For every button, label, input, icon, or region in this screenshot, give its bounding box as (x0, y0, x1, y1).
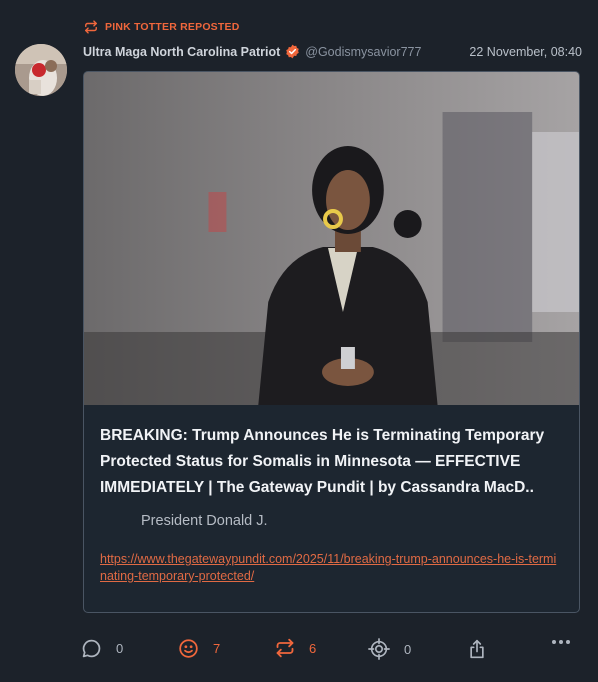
link-preview-title[interactable]: BREAKING: Trump Announces He is Terminat… (100, 423, 563, 501)
link-preview-card[interactable]: BREAKING: Trump Announces He is Terminat… (83, 71, 580, 613)
share-icon (467, 638, 487, 660)
reaction-icon (178, 638, 199, 659)
post-timestamp[interactable]: 22 November, 08:40 (469, 45, 582, 59)
reaction-button[interactable]: 7 (178, 638, 223, 659)
repost-indicator[interactable]: PINK TOTTER REPOSTED (84, 20, 240, 34)
repost-count: 6 (309, 640, 317, 656)
reply-count: 0 (116, 641, 124, 656)
repost-label: PINK TOTTER REPOSTED (105, 21, 240, 33)
author-name[interactable]: Ultra Maga North Carolina Patriot (83, 45, 280, 59)
reaction-count: 7 (213, 641, 221, 656)
repost-icon (84, 20, 98, 34)
reply-icon (81, 638, 102, 659)
link-preview-description: President Donald J. (141, 513, 268, 529)
repost-icon (275, 638, 295, 658)
post-header: Ultra Maga North Carolina Patriot @Godis… (83, 44, 582, 59)
repost-button[interactable]: 6 (275, 638, 319, 658)
post-actions: 0 7 6 0 (81, 638, 581, 664)
reply-button[interactable]: 0 (81, 638, 126, 659)
author-handle[interactable]: @Godismysavior777 (305, 45, 421, 59)
more-icon (551, 638, 571, 646)
link-preview-url[interactable]: https://www.thegatewaypundit.com/2025/11… (100, 551, 563, 585)
target-icon (368, 638, 390, 660)
more-options-button[interactable] (551, 638, 571, 646)
link-preview-image (84, 72, 579, 405)
verified-badge-icon (285, 44, 300, 59)
zap-button[interactable]: 0 (368, 638, 414, 660)
avatar[interactable] (15, 44, 67, 96)
zap-count: 0 (404, 641, 412, 657)
share-button[interactable] (467, 638, 487, 660)
